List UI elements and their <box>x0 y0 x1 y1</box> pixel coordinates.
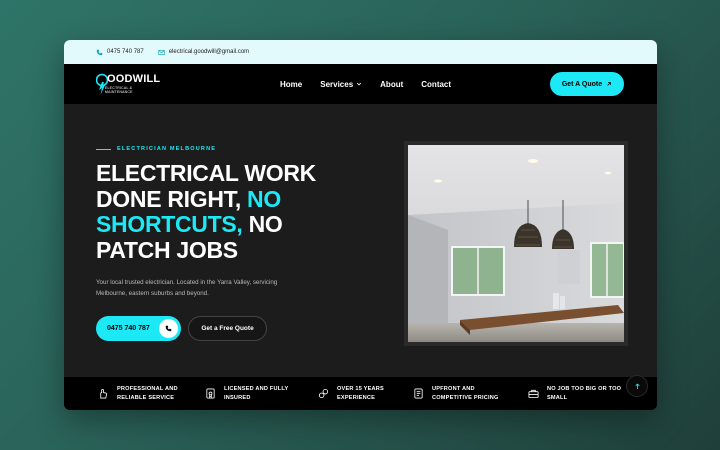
phone-circle <box>159 319 178 338</box>
phone-icon <box>165 325 172 332</box>
feature-line: NO JOB TOO BIG OR TOO <box>547 385 622 392</box>
nav-item-label: Contact <box>421 79 452 89</box>
topbar-phone-text: 0475 740 787 <box>107 49 144 55</box>
feature-line: UPFRONT AND <box>432 385 475 392</box>
license-icon <box>206 388 215 399</box>
free-quote-label: Get a Free Quote <box>201 325 254 332</box>
nav-item-home[interactable]: Home <box>280 80 302 89</box>
hero-section: ELECTRICIAN MELBOURNE ELECTRICAL WORK DO… <box>64 104 657 377</box>
hero-headline: ELECTRICAL WORK DONE RIGHT, NO SHORTCUTS… <box>96 160 346 263</box>
hero-eyebrow: ELECTRICIAN MELBOURNE <box>96 146 216 152</box>
feature-line: PROFESSIONAL AND <box>117 385 178 392</box>
contact-topbar: 0475 740 787 electrical.goodwill@gmail.c… <box>64 40 657 64</box>
headline-text: NO <box>242 211 283 237</box>
feature-line: OVER 15 YEARS <box>337 385 384 392</box>
feature-text: UPFRONT AND COMPETITIVE PRICING <box>432 385 512 403</box>
feature-item: OVER 15 YEARS EXPERIENCE <box>318 385 407 403</box>
topbar-email[interactable]: electrical.goodwill@gmail.com <box>158 49 249 56</box>
headline-text: DONE RIGHT, <box>96 185 248 212</box>
nav-item-services[interactable]: Services <box>320 80 362 89</box>
arrow-up-icon <box>634 382 640 389</box>
nav-item-about[interactable]: About <box>380 80 403 89</box>
main-navbar: OODWILL ELECTRICAL & MAINTENANCE Home Se… <box>64 64 657 104</box>
topbar-email-text: electrical.goodwill@gmail.com <box>168 49 250 55</box>
topbar-phone[interactable]: 0475 740 787 <box>96 49 144 56</box>
goodwill-logo[interactable]: OODWILL ELECTRICAL & MAINTENANCE <box>96 73 166 97</box>
headline-line: SHORTCUTS, NO <box>96 211 346 238</box>
browser-frame: 0475 740 787 electrical.goodwill@gmail.c… <box>64 40 657 410</box>
headline-highlight: SHORTCUTS, <box>96 211 243 237</box>
feature-line: INSURED <box>224 394 251 401</box>
hand-icon <box>100 388 107 399</box>
nav-menu: Home Services About Contact <box>280 64 469 104</box>
nav-item-label: About <box>380 79 404 89</box>
headline-line: PATCH JOBS <box>96 236 238 263</box>
feature-line: RELIABLE SERVICE <box>117 394 175 401</box>
logo-subtitle: ELECTRICAL & MAINTENANCE <box>105 86 133 94</box>
features-bar: PROFESSIONAL AND RELIABLE SERVICE LICENSE… <box>64 377 657 410</box>
feature-line: SMALL <box>547 394 568 401</box>
nav-item-contact[interactable]: Contact <box>421 80 451 89</box>
feature-text: OVER 15 YEARS EXPERIENCE <box>337 385 407 403</box>
eyebrow-line <box>96 148 111 150</box>
headline-highlight: NO <box>247 185 281 212</box>
scroll-to-top-button[interactable] <box>626 375 648 397</box>
nav-item-label: Home <box>280 79 303 89</box>
feature-text: LICENSED AND FULLY INSURED <box>224 385 294 403</box>
arrow-up-right-icon <box>607 82 612 86</box>
feature-text: PROFESSIONAL AND RELIABLE SERVICE <box>117 385 187 403</box>
call-phone-label: 0475 740 787 <box>107 325 150 332</box>
feature-item: NO JOB TOO BIG OR TOO SMALL <box>528 385 627 403</box>
nav-item-label: Services <box>320 79 354 89</box>
feature-text: NO JOB TOO BIG OR TOO SMALL <box>547 385 627 403</box>
feature-item: PROFESSIONAL AND RELIABLE SERVICE <box>98 385 187 403</box>
headline-line: ELECTRICAL WORK <box>96 160 316 186</box>
phone-icon <box>96 49 103 55</box>
experience-icon <box>318 388 329 399</box>
feature-line: LICENSED AND FULLY <box>224 385 289 392</box>
call-phone-button[interactable]: 0475 740 787 <box>96 316 181 341</box>
toolbox-icon <box>528 389 539 399</box>
mail-icon <box>158 49 165 55</box>
get-a-quote-button[interactable]: Get A Quote <box>550 72 624 96</box>
hero-description: Your local trusted electrician. Located … <box>96 279 278 297</box>
room-image <box>408 145 624 342</box>
chevron-down-icon <box>357 82 362 86</box>
feature-item: LICENSED AND FULLY INSURED <box>205 385 294 403</box>
pricing-icon <box>414 388 423 399</box>
get-a-quote-label: Get A Quote <box>561 80 603 88</box>
eyebrow-text: ELECTRICIAN MELBOURNE <box>117 146 217 152</box>
feature-item: UPFRONT AND COMPETITIVE PRICING <box>413 385 512 403</box>
free-quote-button[interactable]: Get a Free Quote <box>188 316 267 341</box>
logo-subtitle-line: MAINTENANCE <box>105 90 133 94</box>
feature-line: COMPETITIVE PRICING <box>432 394 499 401</box>
hero-photo <box>404 141 628 346</box>
headline-line: DONE RIGHT, NO <box>96 185 346 213</box>
logo-wordmark: OODWILL <box>107 73 161 85</box>
feature-line: EXPERIENCE <box>337 394 376 401</box>
